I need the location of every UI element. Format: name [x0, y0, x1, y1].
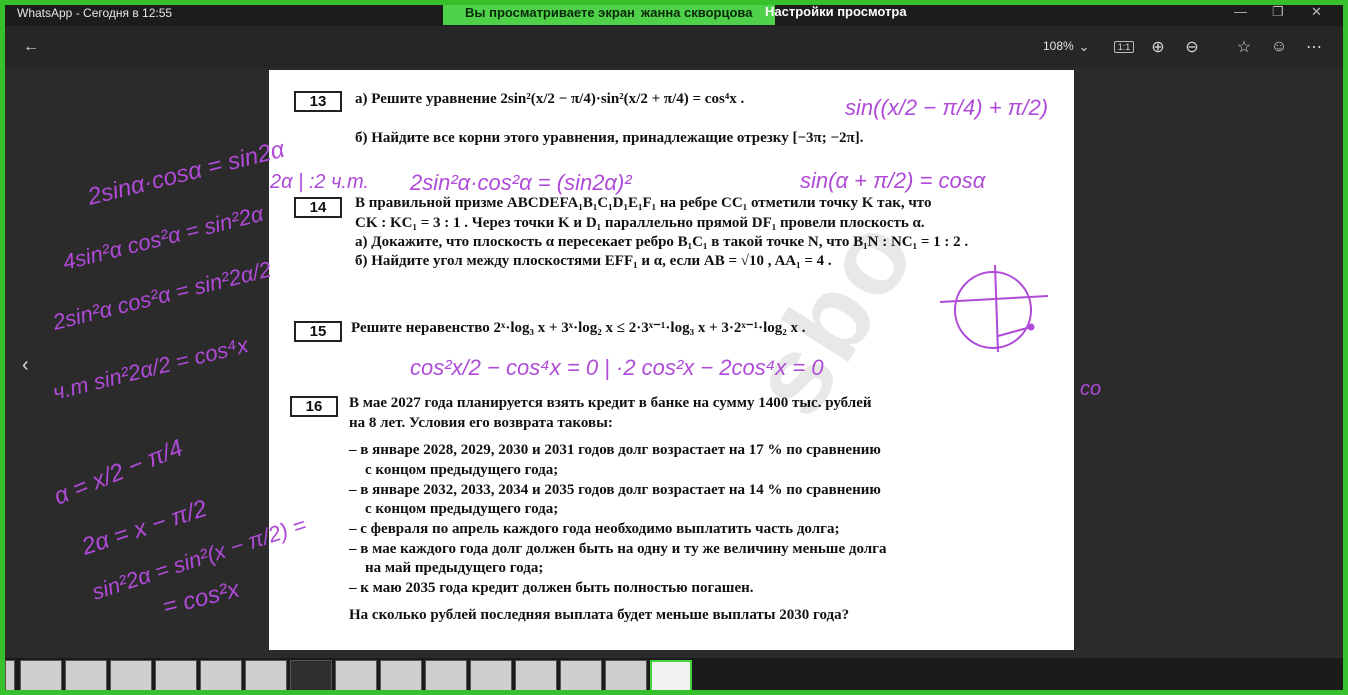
- problem-number-15: 15: [294, 321, 342, 342]
- minimize-button[interactable]: —: [1234, 4, 1247, 19]
- problem-14-line-4: б) Найдите угол между плоскостями EFF₁ и…: [355, 253, 832, 269]
- view-settings-link[interactable]: Настройки просмотра: [765, 4, 907, 19]
- thumbnail[interactable]: [335, 660, 377, 695]
- thumbnail[interactable]: [65, 660, 107, 695]
- close-button[interactable]: ✕: [1311, 4, 1322, 20]
- share-viewing-label: Вы просматриваете экран: [465, 5, 635, 20]
- feedback-smiley-icon[interactable]: ☺: [1269, 36, 1289, 58]
- thumbnail[interactable]: [20, 660, 62, 695]
- thumbnail-active[interactable]: [650, 660, 692, 695]
- thumbnail[interactable]: [605, 660, 647, 695]
- previous-image-button[interactable]: ‹: [22, 354, 29, 377]
- problem-number-16: 16: [290, 396, 338, 417]
- problem-16-line-7: – с февраля по апрель каждого года необх…: [349, 521, 840, 537]
- more-options-icon[interactable]: ⋯: [1304, 36, 1324, 58]
- problem-16-line-8: – в мае каждого года долг должен быть на…: [349, 541, 887, 557]
- window-title: WhatsApp - Сегодня в 12:55: [17, 6, 173, 20]
- thumbnail[interactable]: [290, 660, 332, 695]
- problem-14-line-3: а) Докажите, что плоскость α пересекает …: [355, 234, 969, 250]
- problem-16-line-1: В мае 2027 года планируется взять кредит…: [349, 395, 872, 411]
- thumbnail[interactable]: [515, 660, 557, 695]
- problem-15-line-1: Решите неравенство 2ˣ·log₃ x + 3ˣ·log₂ x…: [351, 320, 806, 336]
- problem-16-line-2: на 8 лет. Условия его возврата таковы:: [349, 415, 613, 431]
- problem-number-14: 14: [294, 197, 342, 218]
- problem-16-line-3: – в январе 2028, 2029, 2030 и 2031 годов…: [349, 442, 881, 458]
- problem-14-line-1: В правильной призме ABCDEFA₁B₁C₁D₁E₁F₁ н…: [355, 195, 932, 211]
- problem-16-line-11: На сколько рублей последняя выплата буде…: [349, 607, 850, 623]
- problem-13-part-a: а) Решите уравнение 2sin²(x/2 − π/4)·sin…: [355, 91, 745, 107]
- star-icon[interactable]: ☆: [1234, 36, 1254, 58]
- viewer-toolbar: ← 108% ⌄ 1:1 ⊕ ⊖ ☆ ☺ ⋯: [5, 26, 1343, 68]
- zoom-level[interactable]: 108%: [1043, 39, 1074, 53]
- problem-16-line-6: с концом предыдущего года;: [365, 501, 559, 517]
- actual-size-icon[interactable]: 1:1: [1114, 41, 1134, 53]
- problem-16-line-9: на май предыдущего года;: [365, 560, 544, 576]
- thumbnail-strip: [5, 658, 1343, 695]
- problem-number-13: 13: [294, 91, 342, 112]
- thumbnail[interactable]: [560, 660, 602, 695]
- restore-button[interactable]: ❐: [1272, 4, 1284, 20]
- thumbnail[interactable]: [155, 660, 197, 695]
- zoom-in-icon[interactable]: ⊕: [1148, 36, 1168, 58]
- problem-14-line-2: CK : KC₁ = 3 : 1 . Через точки K и D₁ па…: [355, 215, 925, 231]
- thumbnail[interactable]: [5, 660, 15, 695]
- problem-16-line-10: – к маю 2035 года кредит должен быть пол…: [349, 580, 754, 596]
- thumbnail[interactable]: [110, 660, 152, 695]
- problem-sheet: sbo 13 а) Решите уравнение 2sin²(x/2 − π…: [269, 70, 1074, 650]
- problem-16-line-5: – в январе 2032, 2033, 2034 и 2035 годов…: [349, 482, 881, 498]
- thumbnail[interactable]: [200, 660, 242, 695]
- thumbnail[interactable]: [470, 660, 512, 695]
- thumbnail[interactable]: [380, 660, 422, 695]
- problem-16-line-4: с концом предыдущего года;: [365, 462, 559, 478]
- back-arrow-icon[interactable]: ←: [21, 36, 41, 58]
- zoom-out-icon[interactable]: ⊖: [1182, 36, 1202, 58]
- thumbnail[interactable]: [245, 660, 287, 695]
- thumbnail[interactable]: [425, 660, 467, 695]
- chevron-down-icon[interactable]: ⌄: [1077, 36, 1091, 58]
- problem-13-part-b: б) Найдите все корни этого уравнения, пр…: [355, 130, 864, 146]
- screen-share-banner: Вы просматриваете экран жанна скворцова: [443, 0, 775, 25]
- share-user-name: жанна скворцова: [640, 5, 753, 20]
